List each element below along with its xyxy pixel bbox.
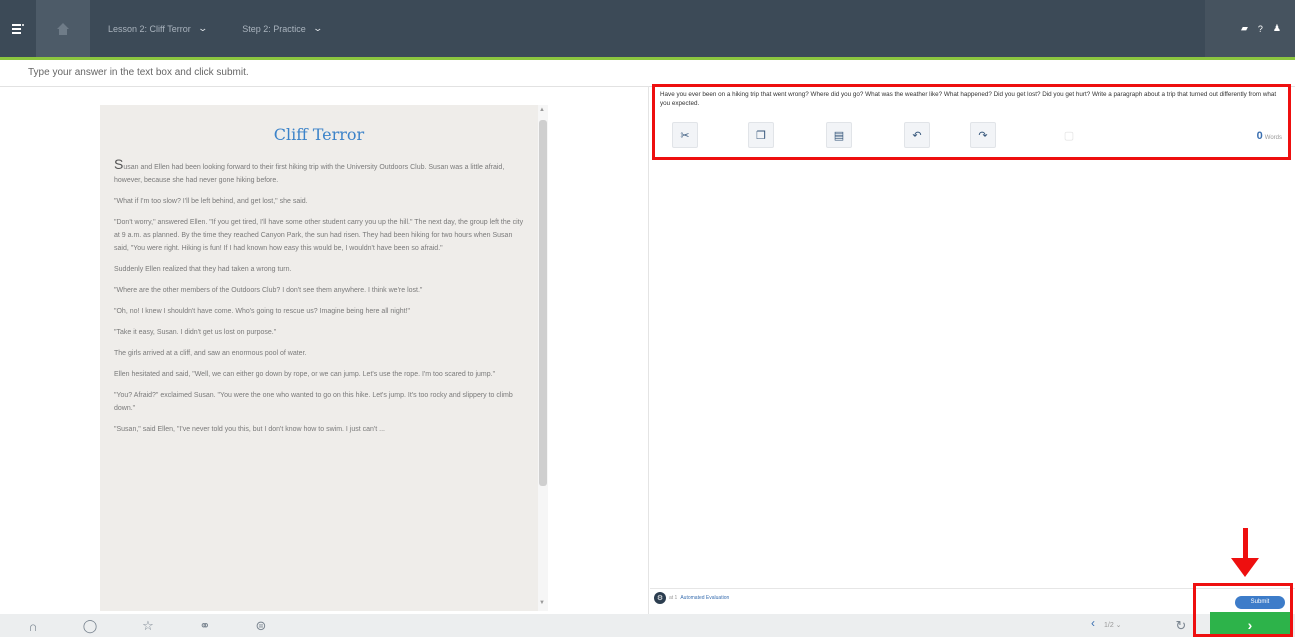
annotation-arrow-head (1231, 558, 1259, 577)
passage-paragraph: "What if I'm too slow? I'll be left behi… (114, 198, 308, 205)
reading-passage: Cliff Terror Susan and Ellen had been lo… (100, 105, 538, 611)
chevron-down-icon: ⌄ (197, 23, 208, 33)
passage-paragraph: "You? Afraid?" exclaimed Susan. "You wer… (114, 392, 513, 412)
refresh-icon[interactable]: ↻ (1170, 615, 1192, 637)
breadcrumb-lesson-label: Lesson 2: Cliff Terror (108, 23, 191, 34)
headphones-icon[interactable]: ∩ (22, 615, 44, 637)
passage-paragraph: Suddenly Ellen realized that they had ta… (114, 266, 292, 273)
home-icon (57, 22, 69, 35)
user-icon[interactable]: ♟ (1273, 23, 1281, 34)
scrollbar-thumb[interactable] (539, 120, 547, 486)
scroll-down-icon[interactable]: ▼ (539, 600, 545, 606)
passage-paragraph: "Susan," said Ellen, "I've never told yo… (114, 426, 385, 433)
breadcrumb-step[interactable]: Step 2: Practice ⌄ (224, 0, 339, 57)
highlight-box-submit (1193, 583, 1293, 637)
flag-icon[interactable]: ▰ (1241, 23, 1248, 34)
instruction-text: Type your answer in the text box and cli… (28, 67, 249, 78)
passage-paragraph: "Take it easy, Susan. I didn't get us lo… (114, 329, 277, 336)
passage-paragraph: Susan and Ellen had been looking forward… (114, 156, 505, 184)
evaluation-prefix: at 1 (669, 595, 678, 601)
page-selector[interactable]: 1/2 ⌄ (1100, 618, 1160, 634)
comment-icon[interactable]: ◯ (79, 615, 101, 637)
passage-title: Cliff Terror (273, 125, 365, 144)
hamburger-icon (12, 23, 24, 34)
breadcrumb-step-label: Step 2: Practice (242, 23, 306, 34)
previous-page-icon[interactable]: ‹ (1091, 616, 1095, 630)
answer-textarea[interactable] (650, 160, 1295, 592)
print-icon[interactable]: ⊜ (250, 615, 272, 637)
scroll-up-icon[interactable]: ▲ (539, 107, 545, 113)
annotation-arrow (1243, 528, 1248, 562)
topbar-tools: ▰ ? ♟ (1205, 0, 1295, 57)
help-icon[interactable]: ? (1258, 24, 1263, 34)
pane-divider (648, 86, 649, 614)
passage-paragraph: "Don't worry," answered Ellen. "If you g… (114, 219, 524, 252)
accent-line (0, 57, 1295, 60)
page-number: 1/2 (1104, 622, 1114, 629)
passage-paragraph: The girls arrived at a cliff, and saw an… (114, 350, 307, 357)
highlight-box-question (652, 84, 1291, 160)
breadcrumb-lesson[interactable]: Lesson 2: Cliff Terror ⌄ (90, 0, 224, 57)
passage-paragraph: Ellen hesitated and said, "Well, we can … (114, 371, 496, 378)
chevron-down-icon: ⌄ (312, 23, 323, 33)
automated-evaluation[interactable]: ⚙ at 1 Automated Evaluation (654, 592, 729, 604)
passage-paragraph: "Oh, no! I knew I shouldn't have come. W… (114, 308, 410, 315)
top-bar: Lesson 2: Cliff Terror ⌄ Step 2: Practic… (0, 0, 1295, 57)
home-button[interactable] (36, 0, 90, 57)
evaluation-label: Automated Evaluation (680, 595, 730, 601)
link-icon[interactable]: ⚭ (194, 615, 216, 637)
star-icon[interactable]: ☆ (137, 615, 159, 637)
evaluation-icon: ⚙ (654, 592, 666, 604)
menu-button[interactable] (0, 0, 36, 57)
passage-paragraph: "Where are the other members of the Outd… (114, 287, 423, 294)
